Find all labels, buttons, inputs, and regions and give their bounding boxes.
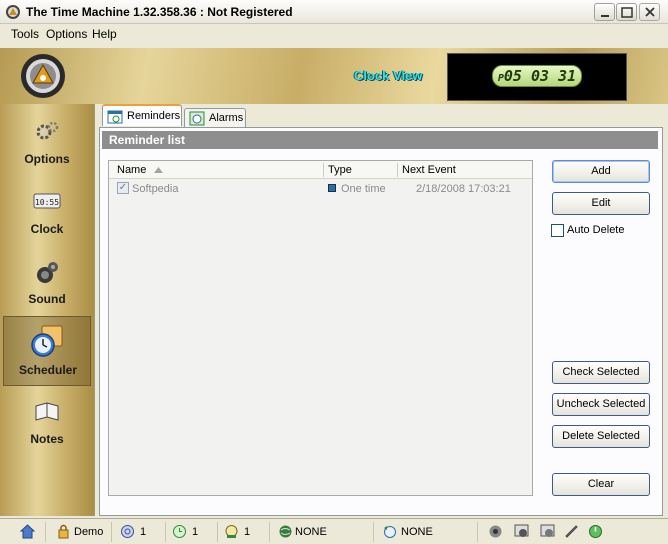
title-bar: The Time Machine 1.32.358.36 : Not Regis… [0, 0, 668, 24]
auto-delete-label: Auto Delete [567, 224, 625, 236]
status-timers: 1 [220, 522, 270, 542]
status-network: NONE [274, 522, 374, 542]
status-timers-count: 1 [244, 526, 251, 538]
sidebar-item-label: Clock [30, 222, 64, 236]
column-header-name[interactable]: Name [117, 164, 146, 176]
one-time-icon [328, 184, 336, 192]
tab-label: Alarms [209, 112, 244, 124]
clock-time: 05 03 31 [503, 67, 577, 85]
sort-ascending-icon [154, 167, 163, 173]
close-button[interactable] [639, 3, 660, 21]
minimize-button[interactable] [594, 3, 615, 21]
status-bar: Demo 1 1 1 NONE NONE [0, 518, 668, 544]
window-settings-icon[interactable] [540, 524, 555, 539]
window-title: The Time Machine 1.32.358.36 : Not Regis… [26, 5, 293, 19]
row-next-event: 2/18/2008 17:03:21 [416, 183, 511, 195]
sidebar-item-label: Notes [30, 432, 64, 446]
app-logo-icon [6, 5, 20, 19]
alarm-icon [189, 111, 205, 126]
status-mode: Demo [50, 522, 112, 542]
tab-alarms[interactable]: Alarms [184, 108, 246, 127]
calendar-icon [107, 110, 123, 124]
speaker-small-icon[interactable] [488, 524, 503, 539]
status-alarms: 1 [168, 522, 218, 542]
status-reminders-count: 1 [140, 526, 147, 538]
reminder-list-header: Reminder list [102, 131, 658, 149]
close-icon [645, 7, 655, 17]
digital-clock-icon: 10:55 [33, 193, 61, 209]
delete-selected-button[interactable]: Delete Selected [552, 425, 650, 448]
row-name: Softpedia [132, 183, 179, 195]
clock-view-label: Clock View [354, 68, 423, 83]
reminders-tab-body: Reminder list Name Type Next Event ✓ Sof… [99, 127, 663, 516]
reminder-list[interactable]: Name Type Next Event ✓ Softpedia One tim… [108, 160, 533, 496]
speaker-icon [37, 262, 58, 283]
sidebar-item-notes[interactable]: Notes [3, 388, 91, 456]
sidebar-item-label: Scheduler [18, 363, 78, 377]
sidebar-item-label: Sound [28, 292, 66, 306]
menu-tools[interactable]: Tools [11, 27, 39, 41]
alarm-clock-small-icon [173, 525, 186, 538]
status-reminders: 1 [116, 522, 166, 542]
status-sync-text: NONE [401, 526, 433, 538]
sidebar-item-sound[interactable]: Sound [3, 248, 91, 316]
book-icon [35, 402, 59, 421]
sidebar-item-options[interactable]: Options [3, 108, 91, 176]
tools-icon[interactable] [564, 524, 579, 539]
power-icon[interactable] [588, 524, 603, 539]
column-header-type[interactable]: Type [328, 164, 352, 176]
row-type: One time [341, 183, 386, 195]
window-clock-icon[interactable] [514, 524, 529, 539]
column-header-next-event[interactable]: Next Event [402, 164, 456, 176]
column-separator[interactable] [397, 163, 398, 177]
timer-icon [225, 525, 238, 538]
table-row[interactable]: ✓ Softpedia One time 2/18/2008 17:03:21 [109, 179, 532, 199]
add-button[interactable]: Add [552, 160, 650, 183]
uncheck-selected-button[interactable]: Uncheck Selected [552, 393, 650, 416]
list-header: Name Type Next Event [109, 161, 532, 179]
sidebar-item-clock[interactable]: 10:55 Clock [3, 178, 91, 246]
tab-label: Reminders [127, 110, 181, 122]
minimize-icon [601, 15, 609, 17]
row-checkbox[interactable]: ✓ [117, 182, 129, 194]
tab-reminders[interactable]: Reminders [102, 104, 182, 126]
clock-display: P05 03 31 [492, 65, 582, 87]
maximize-button[interactable] [616, 3, 637, 21]
clear-button[interactable]: Clear [552, 473, 650, 496]
status-alarms-count: 1 [192, 526, 199, 538]
app-logo-icon [21, 54, 65, 98]
sync-clock-icon [384, 526, 396, 538]
reminder-icon [121, 525, 134, 538]
check-selected-button[interactable]: Check Selected [552, 361, 650, 384]
menu-help[interactable]: Help [92, 27, 117, 41]
status-network-text: NONE [295, 526, 327, 538]
main-panel: Reminders Alarms Reminder list Name Type… [94, 104, 668, 516]
column-separator[interactable] [323, 163, 324, 177]
maximize-icon [621, 7, 633, 18]
globe-icon [279, 525, 292, 538]
menu-bar: Tools Options Help [0, 24, 668, 44]
alarm-clock-icon [31, 325, 63, 357]
edit-button[interactable]: Edit [552, 192, 650, 215]
lock-icon [58, 524, 69, 539]
menu-options[interactable]: Options [46, 27, 87, 41]
home-icon [20, 524, 35, 539]
status-sync: NONE [378, 522, 478, 542]
checkbox-box[interactable] [551, 224, 564, 237]
status-mode-text: Demo [74, 526, 104, 538]
sidebar-item-label: Options [24, 152, 70, 166]
sidebar: Options 10:55 Clock Sound Scheduler Note… [0, 104, 94, 516]
svg-text:10:55: 10:55 [35, 198, 59, 207]
sidebar-item-scheduler[interactable]: Scheduler [3, 316, 91, 386]
gears-icon [36, 121, 59, 140]
status-home[interactable] [2, 522, 46, 542]
